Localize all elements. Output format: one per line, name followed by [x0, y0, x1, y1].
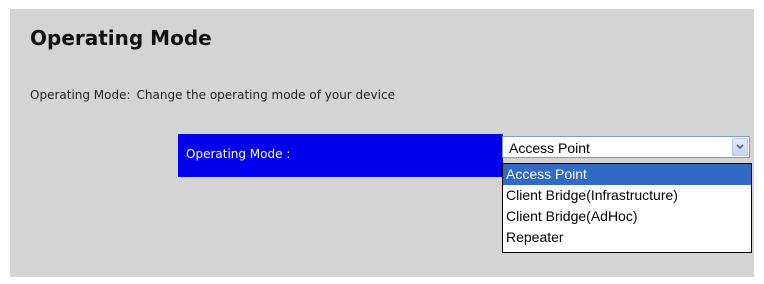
- description-text: Change the operating mode of your device: [136, 88, 395, 102]
- page-description: Operating Mode: Change the operating mode…: [30, 88, 395, 102]
- description-label: Operating Mode:: [30, 88, 131, 102]
- dropdown-arrow-button[interactable]: [732, 138, 748, 156]
- option-client-bridge-adhoc[interactable]: Client Bridge(AdHoc): [503, 206, 751, 227]
- chevron-down-icon: [736, 144, 744, 150]
- operating-mode-label-cell: Operating Mode :: [178, 134, 503, 177]
- operating-mode-select[interactable]: Access Point: [502, 136, 750, 158]
- page-title: Operating Mode: [30, 26, 212, 50]
- option-client-bridge-infrastructure[interactable]: Client Bridge(Infrastructure): [503, 185, 751, 206]
- option-access-point[interactable]: Access Point: [503, 164, 751, 185]
- option-repeater[interactable]: Repeater: [503, 227, 751, 248]
- operating-mode-label: Operating Mode :: [186, 147, 291, 161]
- operating-mode-dropdown-list: Access Point Client Bridge(Infrastructur…: [502, 163, 752, 253]
- operating-mode-select-value: Access Point: [509, 140, 590, 156]
